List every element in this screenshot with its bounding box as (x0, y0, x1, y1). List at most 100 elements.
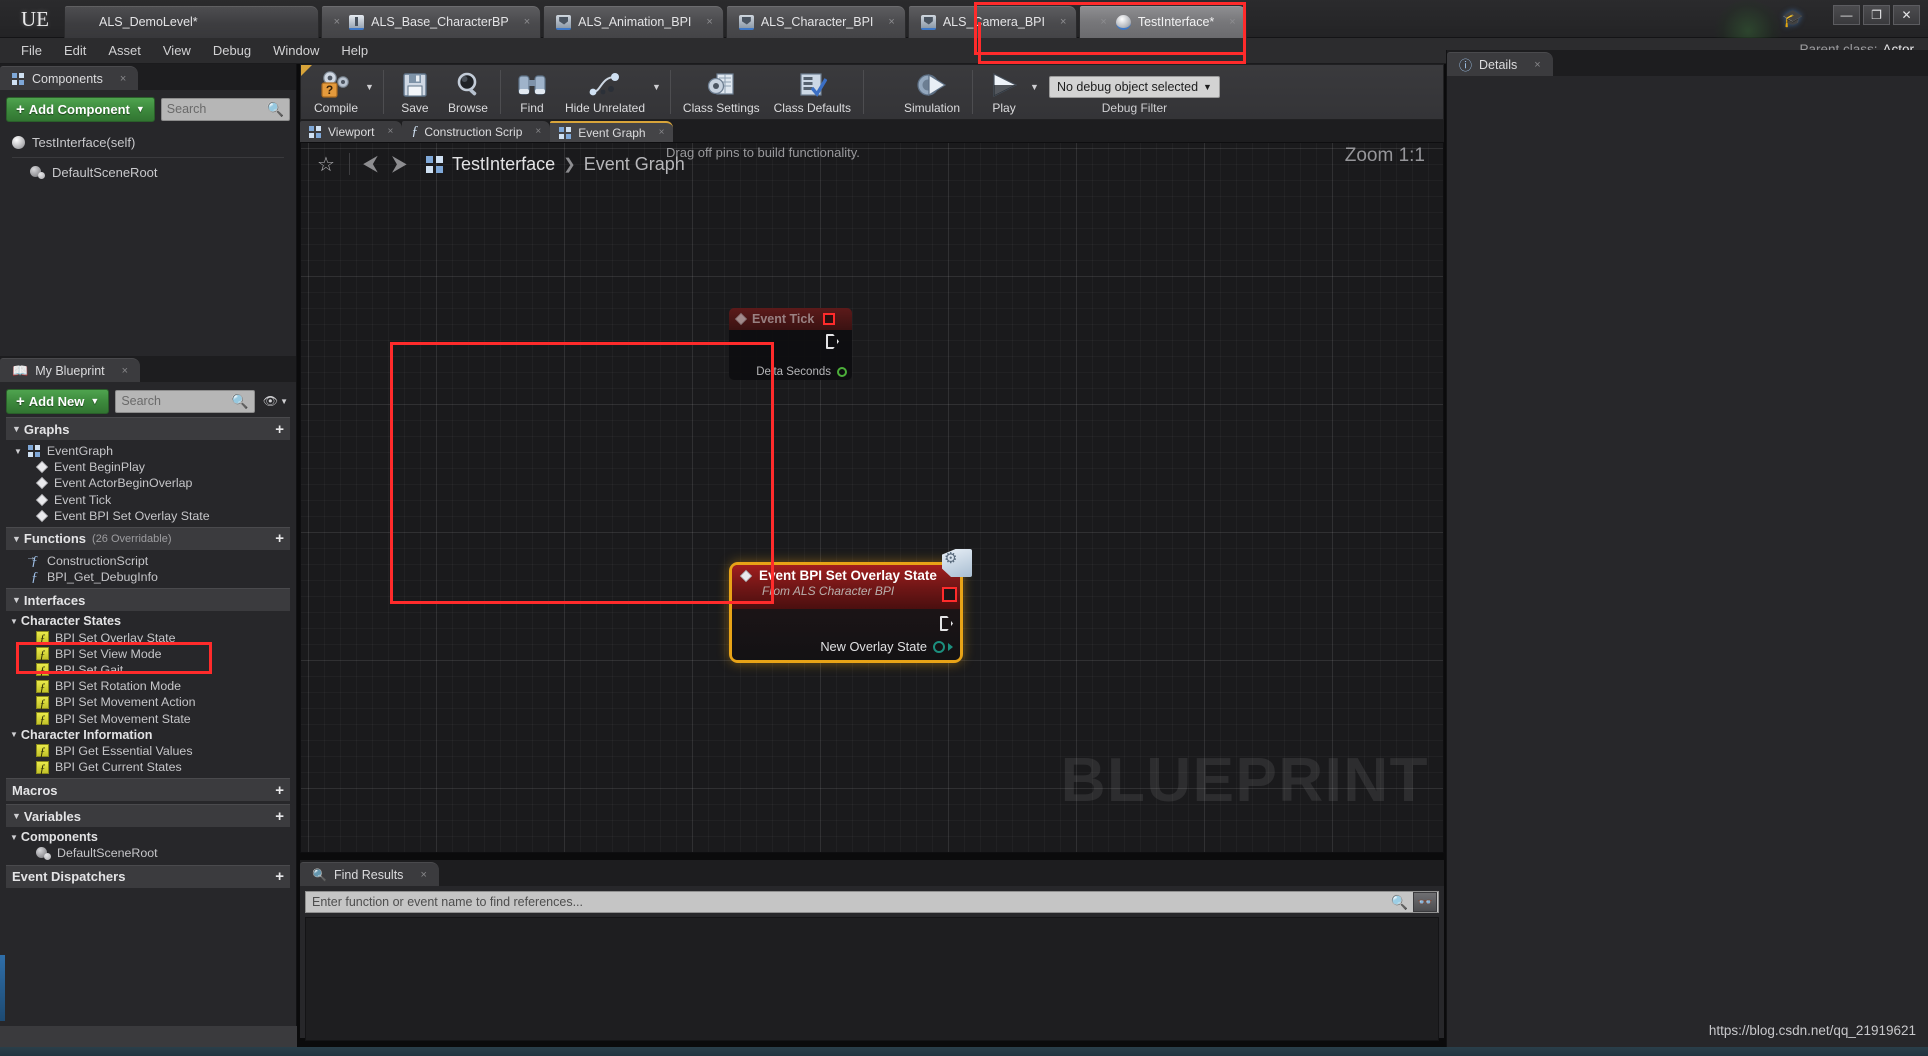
close-icon[interactable]: × (706, 16, 712, 28)
add-graph-button[interactable]: + (275, 421, 284, 438)
add-macro-button[interactable]: + (275, 782, 284, 799)
toolbar-browse-button[interactable]: Browse (441, 66, 495, 118)
node-breakpoint-marker[interactable] (942, 587, 957, 602)
close-button[interactable]: ✕ (1893, 5, 1920, 25)
section-header-functions[interactable]: ▼ Functions (26 Overridable) + (6, 526, 290, 550)
play-options-caret-icon[interactable]: ▼ (1030, 82, 1039, 92)
tab-viewport[interactable]: Viewport × (300, 121, 403, 142)
expander-icon[interactable]: ▼ (10, 617, 18, 626)
close-icon[interactable]: × (888, 16, 894, 28)
expander-icon[interactable]: ▼ (12, 424, 21, 434)
find-references-input[interactable]: Enter function or event name to find ref… (305, 891, 1439, 913)
section-header-interfaces[interactable]: ▼ Interfaces (6, 588, 290, 612)
asset-tab-als-demolevel[interactable]: ALS_DemoLevel* (64, 5, 319, 38)
expander-icon[interactable]: ▼ (12, 595, 21, 605)
add-component-button[interactable]: + Add Component ▼ (6, 96, 155, 122)
graduation-cap-icon[interactable]: 🎓 (1778, 6, 1808, 32)
interface-group-character-states[interactable]: ▼ Character States (6, 613, 290, 629)
menu-item-help[interactable]: Help (330, 40, 379, 61)
search-icon[interactable]: 🔍 (1391, 894, 1408, 911)
tree-item-event-beginplay[interactable]: Event BeginPlay (6, 459, 290, 475)
expander-icon[interactable]: ▼ (12, 811, 21, 821)
close-icon[interactable]: × (535, 126, 541, 137)
output-pin-delta-seconds[interactable]: Delta Seconds (756, 366, 847, 378)
close-icon[interactable]: × (122, 365, 128, 377)
tab-find-results[interactable]: 🔍 Find Results × (300, 862, 439, 886)
close-icon[interactable]: × (120, 73, 126, 85)
expander-icon[interactable]: ▼ (14, 447, 22, 456)
graph-node-event-tick[interactable]: Event Tick Delta Seconds (729, 308, 852, 380)
toolbar-play-button[interactable]: Play (978, 66, 1030, 118)
add-function-button[interactable]: + (275, 530, 284, 547)
arrow-left-icon[interactable]: ⮜ (358, 152, 383, 176)
menu-item-asset[interactable]: Asset (97, 40, 152, 61)
add-new-button[interactable]: + Add New ▼ (6, 388, 110, 414)
tab-components[interactable]: Components × (0, 66, 139, 90)
star-icon[interactable]: ☆ (311, 152, 341, 177)
arrow-right-icon[interactable]: ⮞ (387, 152, 412, 176)
variables-group-components[interactable]: ▼ Components (6, 829, 290, 845)
add-variable-button[interactable]: + (275, 808, 284, 825)
tab-my-blueprint[interactable]: 📖 My Blueprint × (0, 358, 141, 382)
expander-icon[interactable]: ▼ (10, 730, 18, 739)
section-header-macros[interactable]: Macros + (6, 778, 290, 802)
asset-tab-testinterface[interactable]: × TestInterface* × (1079, 5, 1247, 38)
graph-node-event-bpi-set-overlay-state[interactable]: Event BPI Set Overlay State From ALS Cha… (729, 549, 972, 663)
toolbar-class-defaults-button[interactable]: Class Defaults (767, 66, 858, 118)
event-graph-canvas[interactable]: BLUEPRINT Event Tick Delta Seconds ☆ ⮜ ⮞ (300, 142, 1444, 853)
asset-tab-als-camera-bpi[interactable]: ALS_Camera_BPI × (907, 5, 1078, 38)
interface-item-bpi-set-movement-action[interactable]: ƒ BPI Set Movement Action (6, 694, 290, 710)
section-header-event-dispatchers[interactable]: Event Dispatchers + (6, 864, 290, 888)
compile-options-caret-icon[interactable]: ▼ (365, 82, 374, 92)
tab-event-graph[interactable]: Event Graph × (550, 121, 674, 142)
interface-item-bpi-set-movement-state[interactable]: ƒ BPI Set Movement State (6, 710, 290, 726)
toolbar-find-button[interactable]: Find (506, 66, 558, 118)
restore-button[interactable]: ❐ (1863, 5, 1890, 25)
close-icon[interactable]: × (1060, 16, 1066, 28)
asset-tab-als-character-bpi[interactable]: ALS_Character_BPI × (725, 5, 906, 38)
tree-item-bpi-get-debuginfo[interactable]: ƒ BPI_Get_DebugInfo (6, 569, 290, 585)
exec-output-pin[interactable] (940, 616, 953, 631)
interface-item-bpi-set-gait[interactable]: ƒ BPI Set Gait (6, 662, 290, 678)
asset-tab-als-base-characterbp[interactable]: × ALS_Base_CharacterBP × (320, 5, 542, 38)
components-search-input[interactable]: Search 🔍 (160, 97, 290, 121)
tab-details[interactable]: ⓘ Details × (1447, 52, 1553, 76)
output-pin-new-overlay-state[interactable]: New Overlay State (820, 639, 953, 654)
toolbar-compile-button[interactable]: ? Compile (307, 66, 365, 118)
toolbar-simulation-button[interactable]: Simulation (897, 66, 967, 118)
menu-item-window[interactable]: Window (262, 40, 330, 61)
section-header-graphs[interactable]: ▼ Graphs + (6, 417, 290, 440)
interface-item-bpi-set-view-mode[interactable]: ƒ BPI Set View Mode (6, 646, 290, 662)
breadcrumb-root[interactable]: TestInterface (452, 154, 555, 175)
component-row-self[interactable]: TestInterface(self) (6, 130, 290, 155)
asset-tab-als-animation-bpi[interactable]: ALS_Animation_BPI × (543, 5, 724, 38)
tree-item-event-bpi-set-overlay-state[interactable]: Event BPI Set Overlay State (6, 508, 290, 524)
minimize-button[interactable]: — (1833, 5, 1860, 25)
float-pin-icon[interactable] (837, 367, 847, 377)
variable-item-defaultsceneroot[interactable]: DefaultSceneRoot (6, 845, 290, 861)
expander-icon[interactable]: ▼ (10, 833, 18, 842)
menu-item-file[interactable]: File (10, 40, 53, 61)
interface-item-bpi-get-essential-values[interactable]: ƒ BPI Get Essential Values (6, 743, 290, 759)
close-icon[interactable]: × (1534, 59, 1540, 71)
section-header-variables[interactable]: ▼ Variables + (6, 804, 290, 828)
exec-output-pin[interactable] (826, 334, 839, 349)
tab-construction-script[interactable]: ƒ Construction Scrip × (402, 121, 551, 142)
hide-unrelated-caret-icon[interactable]: ▼ (652, 82, 661, 92)
expander-icon[interactable]: ▼ (12, 534, 21, 544)
interface-item-bpi-set-rotation-mode[interactable]: ƒ BPI Set Rotation Mode (6, 678, 290, 694)
toolbar-class-settings-button[interactable]: Class Settings (676, 66, 767, 118)
visibility-filter-button[interactable]: 👁 ▼ (261, 394, 290, 408)
toolbar-hide-unrelated-button[interactable]: Hide Unrelated (558, 66, 652, 118)
interface-item-bpi-get-current-states[interactable]: ƒ BPI Get Current States (6, 759, 290, 775)
binoculars-icon[interactable]: 👓 (1413, 892, 1437, 912)
close-icon[interactable]: × (1229, 16, 1235, 28)
close-icon[interactable]: × (334, 16, 340, 28)
enum-pin-icon[interactable] (933, 640, 945, 653)
add-event-dispatcher-button[interactable]: + (275, 868, 284, 885)
tree-item-event-tick[interactable]: Event Tick (6, 492, 290, 508)
component-row-defaultsceneroot[interactable]: DefaultSceneRoot (6, 160, 290, 185)
close-icon[interactable]: × (659, 127, 665, 138)
tree-item-constructionscript[interactable]: ƒ ConstructionScript (6, 553, 290, 569)
debug-object-dropdown[interactable]: No debug object selected ▼ (1048, 76, 1220, 98)
